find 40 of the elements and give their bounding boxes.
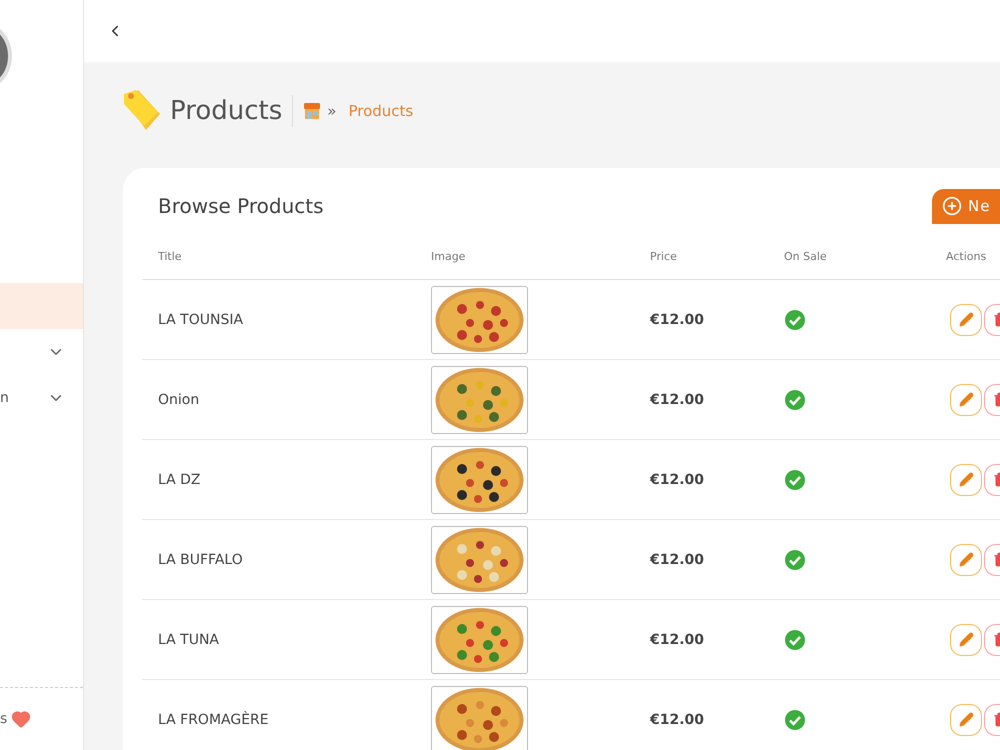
edit-button[interactable]	[950, 464, 982, 496]
edit-icon	[958, 392, 974, 407]
edit-icon	[958, 472, 974, 487]
heart-icon	[11, 709, 32, 729]
column-header: Price	[634, 238, 768, 280]
breadcrumb-link[interactable]: Products	[348, 102, 414, 120]
column-header: Title	[142, 238, 415, 280]
table-cell: €12.00	[634, 600, 768, 680]
edit-button[interactable]	[950, 384, 982, 416]
table-cell: €12.00	[634, 520, 768, 600]
plus-icon	[942, 196, 962, 216]
table-cell: €12.00	[634, 680, 768, 750]
edit-icon	[958, 712, 974, 727]
edit-icon	[958, 312, 974, 327]
breadcrumb-separator: »	[327, 102, 336, 120]
edit-button[interactable]	[950, 704, 982, 736]
table-cell: €12.00	[634, 280, 768, 360]
table-cell: LA TUNA	[142, 600, 415, 680]
shop-icon	[303, 102, 322, 120]
table-cell: LA BUFFALO	[142, 520, 415, 600]
sidebar-label: n	[0, 390, 9, 406]
page-title: Products	[170, 95, 294, 127]
new-button[interactable]: Ne	[932, 188, 1000, 224]
edit-icon	[958, 632, 974, 647]
edit-icon	[958, 552, 974, 567]
card-title: Browse Products	[158, 194, 324, 218]
column-header: On Sale	[768, 238, 930, 280]
edit-button[interactable]	[950, 304, 982, 336]
table-cell: €12.00	[634, 360, 768, 440]
edit-button[interactable]	[950, 624, 982, 656]
table-cell: Onion	[142, 360, 415, 440]
table-cell: LA DZ	[142, 440, 415, 520]
table-cell: €12.00	[634, 440, 768, 520]
table-cell: LA TOUNSIA	[142, 280, 415, 360]
footer-text: s	[0, 711, 8, 727]
sidebar-item[interactable]: n	[0, 375, 83, 421]
column-header: Actions	[930, 238, 1000, 280]
edit-button[interactable]	[950, 544, 982, 576]
table-cell: LA FROMAGÈRE	[142, 680, 415, 750]
column-header: Image	[415, 238, 634, 280]
